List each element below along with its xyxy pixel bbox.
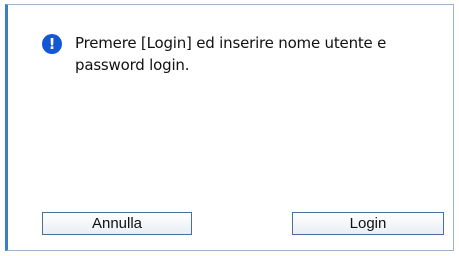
dialog-message: Premere [Login] ed inserire nome utente …	[75, 34, 387, 74]
message-row: ! Premere [Login] ed inserire nome utent…	[42, 32, 425, 76]
login-prompt-dialog: ! Premere [Login] ed inserire nome utent…	[5, 4, 454, 251]
exclamation-icon: !	[42, 34, 62, 54]
login-button[interactable]: Login	[292, 212, 444, 235]
cancel-button[interactable]: Annulla	[42, 212, 192, 235]
